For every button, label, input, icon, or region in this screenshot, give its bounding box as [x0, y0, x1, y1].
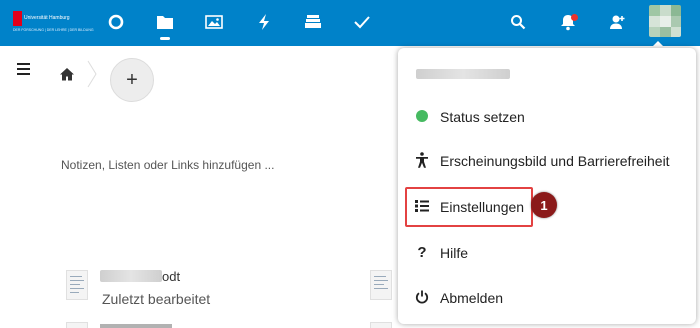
- file-thumbnail[interactable]: [66, 270, 88, 300]
- menu-item-label: Erscheinungsbild und Barrierefreiheit: [440, 153, 670, 169]
- uhh-logo[interactable]: Universität Hamburg DER FORSCHUNG | DER …: [13, 11, 94, 35]
- menu-item-appearance[interactable]: Erscheinungsbild und Barrierefreiheit: [398, 139, 696, 183]
- file-name-suffix[interactable]: odt: [162, 269, 180, 284]
- menu-toggle-icon[interactable]: [17, 63, 30, 75]
- file-thumbnail[interactable]: [370, 270, 392, 300]
- files-app-icon[interactable]: [154, 11, 176, 33]
- top-header: Universität Hamburg DER FORSCHUNG | DER …: [0, 0, 700, 46]
- file-name-cut: [100, 324, 172, 328]
- notification-badge: [571, 14, 578, 21]
- menu-item-label: Abmelden: [440, 290, 504, 306]
- deck-app-icon[interactable]: [302, 11, 324, 33]
- tasks-app-icon[interactable]: [351, 11, 373, 33]
- contacts-icon[interactable]: [607, 12, 627, 32]
- logo-subtitle: DER FORSCHUNG | DER LEHRE | DER BILDUNG: [13, 28, 94, 32]
- file-subtitle: Zuletzt bearbeitet: [102, 291, 211, 307]
- menu-item-help[interactable]: ? Hilfe: [398, 231, 696, 275]
- file-thumbnail[interactable]: [66, 322, 88, 328]
- menu-item-label: Status setzen: [440, 109, 525, 125]
- accessibility-icon: [414, 152, 430, 168]
- activity-app-icon[interactable]: [253, 11, 275, 33]
- menu-item-logout[interactable]: Abmelden: [398, 276, 696, 320]
- help-icon: ?: [417, 243, 427, 261]
- photos-app-icon[interactable]: [203, 11, 225, 33]
- user-display-name-redacted: [416, 69, 510, 79]
- power-icon: [414, 289, 430, 305]
- active-app-indicator: [160, 37, 170, 40]
- highlight-box: [405, 187, 533, 227]
- menu-item-status[interactable]: Status setzen: [398, 95, 696, 139]
- add-button[interactable]: +: [110, 58, 154, 102]
- status-dot-icon: [414, 108, 430, 124]
- step-badge: 1: [531, 192, 557, 218]
- logo-mark: [13, 11, 22, 26]
- home-icon[interactable]: [60, 68, 74, 86]
- menu-item-label: Hilfe: [440, 245, 469, 261]
- search-icon[interactable]: [508, 12, 528, 32]
- user-menu: Status setzen Erscheinungsbild und Barri…: [398, 48, 696, 324]
- file-thumbnail[interactable]: [370, 322, 392, 328]
- dashboard-app-icon[interactable]: [105, 11, 127, 33]
- notes-placeholder[interactable]: Notizen, Listen oder Links hinzufügen ..…: [61, 158, 274, 172]
- breadcrumb-separator: [87, 60, 97, 88]
- logo-name: Universität Hamburg: [24, 15, 70, 21]
- file-name-redacted: [100, 270, 162, 282]
- avatar[interactable]: [649, 5, 681, 37]
